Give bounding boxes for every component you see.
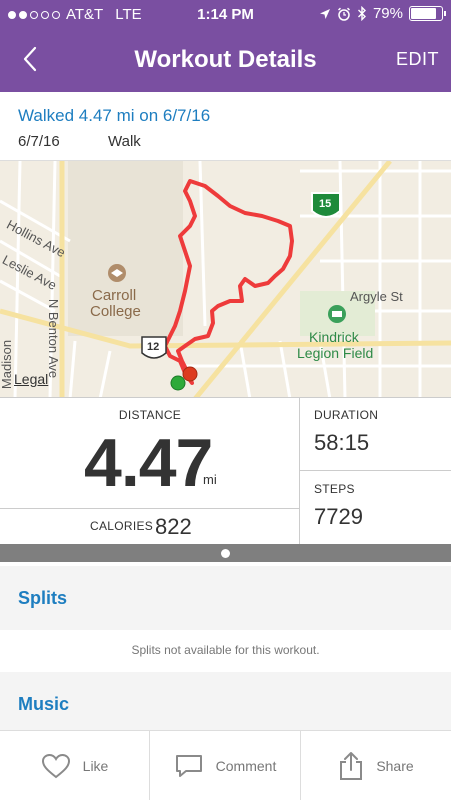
- bluetooth-icon: [357, 6, 366, 21]
- battery-icon: [409, 6, 446, 21]
- map-label-benton: N Benton Ave: [46, 298, 62, 379]
- splits-section-header: Splits: [0, 566, 451, 630]
- workout-activity-type: Walk: [108, 133, 141, 150]
- interstate-15-label: 15: [319, 198, 332, 210]
- map-label-argyle: Argyle St: [350, 289, 403, 304]
- splits-empty-note: Splits not available for this workout.: [131, 643, 320, 657]
- navigation-bar: Workout Details EDIT: [0, 28, 451, 92]
- map-label-carroll-2: College: [90, 303, 141, 320]
- duration-value: 58:15: [314, 430, 370, 455]
- map-label-kindrick-1: Kindrick: [309, 329, 359, 345]
- divider: [300, 470, 451, 471]
- distance-label: DISTANCE: [118, 408, 182, 422]
- steps-value: 7729: [314, 504, 363, 529]
- calories-value: 822: [155, 514, 192, 539]
- status-right: 79%: [319, 5, 446, 22]
- battery-percent: 79%: [372, 5, 403, 22]
- share-label: Share: [376, 758, 414, 774]
- splits-title: Splits: [18, 588, 68, 608]
- major-roads: [0, 161, 451, 397]
- status-bar: AT&T LTE 1:14 PM 79%: [0, 0, 451, 28]
- stadium-icon: [328, 305, 346, 323]
- music-title: Music: [18, 694, 70, 714]
- page-indicator[interactable]: [0, 544, 451, 562]
- alarm-clock-icon: [337, 7, 350, 21]
- action-bar: Like Comment Share: [0, 730, 451, 800]
- distance-value: 4.47: [84, 425, 213, 501]
- page-dot: [221, 549, 230, 558]
- heart-icon: [41, 753, 70, 779]
- map-legal-link[interactable]: Legal: [14, 371, 48, 387]
- calories-label: CALORIES: [90, 519, 154, 533]
- page-title: Workout Details: [134, 46, 317, 73]
- workout-route: [163, 179, 294, 385]
- workout-date: 6/7/16: [18, 133, 60, 150]
- edit-button[interactable]: EDIT: [396, 49, 439, 70]
- map-label-kindrick-2: Legion Field: [297, 345, 374, 361]
- highway-12-label: 12: [147, 341, 160, 353]
- workout-headline: Walked 4.47 mi on 6/7/16: [18, 106, 211, 125]
- share-button[interactable]: Share: [301, 731, 451, 800]
- college-icon: [108, 264, 126, 282]
- workout-stats: DISTANCE 4.47 mi CALORIES 822 DURATION 5…: [0, 398, 451, 544]
- comment-bubble-icon: [175, 755, 202, 777]
- music-section-header: Music: [0, 672, 451, 730]
- share-icon: [340, 752, 363, 780]
- distance-unit: mi: [203, 472, 217, 487]
- duration-label: DURATION: [314, 408, 379, 422]
- steps-label: STEPS: [314, 482, 355, 496]
- comment-label: Comment: [215, 758, 277, 774]
- divider: [0, 508, 300, 509]
- like-label: Like: [82, 758, 109, 774]
- map-label-carroll-1: Carroll: [92, 287, 137, 304]
- like-button[interactable]: Like: [0, 731, 150, 800]
- map-canvas: [0, 161, 451, 397]
- start-marker[interactable]: [170, 375, 186, 391]
- location-arrow-icon: [319, 8, 330, 19]
- comment-button[interactable]: Comment: [150, 731, 301, 800]
- end-marker[interactable]: [182, 366, 198, 382]
- route-map[interactable]: Hollins Ave Leslie Ave N Benton Ave Madi…: [0, 160, 451, 398]
- map-label-madison: Madison: [0, 339, 15, 390]
